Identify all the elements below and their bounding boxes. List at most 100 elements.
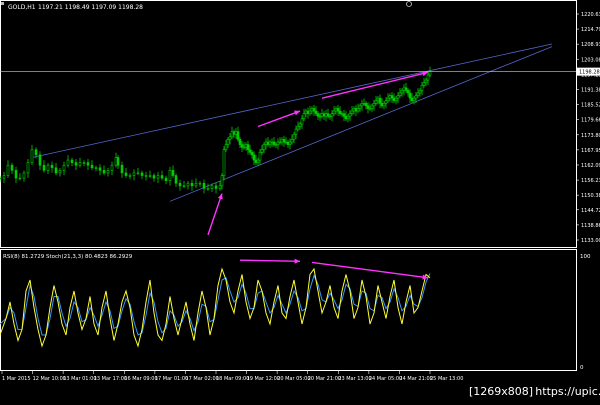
price-tick-label: 1203.08 <box>581 57 600 63</box>
candle-body <box>418 90 422 94</box>
candle-body <box>424 79 428 83</box>
chart-header: GOLD,H1 1197.21 1198.49 1197.09 1198.28 <box>1 1 412 11</box>
chart-canvas[interactable]: GOLD,H1 1197.21 1198.49 1197.09 1198.28 … <box>0 0 600 401</box>
candle-body <box>148 175 152 177</box>
annotation-arrow-head <box>217 193 223 200</box>
indicator-arrows <box>239 258 429 280</box>
candle-body <box>30 149 34 163</box>
candle-body <box>98 167 102 171</box>
trendlines <box>31 43 553 202</box>
candle-body <box>292 133 296 140</box>
candle-body <box>338 110 342 114</box>
candle-body <box>420 84 424 91</box>
candle-body <box>308 110 312 114</box>
menu-icon[interactable] <box>1 2 4 5</box>
candle-body <box>124 172 128 176</box>
candle-body <box>252 154 256 161</box>
candle-body <box>224 144 228 151</box>
candle-body <box>250 152 254 156</box>
candle-body <box>190 182 194 187</box>
candle-body <box>396 95 400 99</box>
time-tick-label: 19 Mar 12:00 <box>247 376 280 382</box>
price-tick-label: 1133.00 <box>581 238 600 244</box>
price-axis: 1220.631214.791208.931203.081197.231191.… <box>576 12 600 244</box>
candles <box>0 66 432 194</box>
candle-body <box>290 139 294 143</box>
price-tick-label: 1208.93 <box>581 42 600 48</box>
candle-body <box>94 167 98 169</box>
candle-body <box>244 144 248 148</box>
price-tick-label: 1214.79 <box>581 27 600 33</box>
candle-body <box>90 164 94 169</box>
price-tick-label: 1179.66 <box>581 118 600 124</box>
candle-body <box>218 185 222 189</box>
candle-body <box>6 164 10 176</box>
candle-body <box>258 152 262 161</box>
time-tick-label: 24 Mar 21:00 <box>399 376 432 382</box>
candle-body <box>422 82 426 86</box>
candle-body <box>316 113 320 117</box>
candle-body <box>416 92 420 96</box>
time-tick-label: 12 Mar 10:00 <box>33 376 66 382</box>
status-icon <box>406 1 412 7</box>
time-tick-label: 17 Mar 02:00 <box>185 376 218 382</box>
candle-body <box>222 149 226 176</box>
candle-body <box>298 123 302 127</box>
candle-body <box>226 139 230 145</box>
indicator-series <box>0 267 431 348</box>
candle-body <box>412 97 416 102</box>
indicator-arrow-head <box>294 258 300 264</box>
candle-body <box>326 113 330 117</box>
candle-body <box>210 185 214 189</box>
candle-body <box>332 110 336 114</box>
candle-body <box>26 162 30 174</box>
time-tick-label: 24 Mar 05:00 <box>369 376 402 382</box>
price-tick-label: 1156.23 <box>581 178 600 184</box>
price-tick-label: 1185.52 <box>581 103 600 109</box>
candle-body <box>240 144 244 148</box>
candle-body <box>54 167 58 174</box>
annotation-arrow <box>207 193 223 236</box>
candle-body <box>22 172 26 179</box>
candle-body <box>230 131 234 138</box>
candle-body <box>428 71 432 76</box>
candle-body <box>236 131 240 140</box>
candle-body <box>242 146 246 149</box>
candle-body <box>346 115 350 120</box>
price-tick-label: 1220.63 <box>581 12 600 18</box>
candle-body <box>288 141 292 145</box>
candle-body <box>46 164 50 171</box>
candle-body <box>171 170 175 176</box>
candle-body <box>406 90 410 94</box>
time-tick-label: 20 Mar 05:00 <box>277 376 310 382</box>
current-price-line: 1198.28 <box>0 67 600 76</box>
indicator-level-100: 100 <box>580 254 591 260</box>
indicator-arrow <box>239 259 301 262</box>
candle-body <box>120 164 124 174</box>
annotation-arrow <box>257 110 301 128</box>
candle-body <box>136 172 140 175</box>
candle-body <box>374 100 378 104</box>
candle-body <box>78 162 82 166</box>
chart-window[interactable]: GOLD,H1 1197.21 1198.49 1197.09 1198.28 … <box>0 0 600 401</box>
candle-body <box>2 175 6 179</box>
candle-body <box>58 170 62 174</box>
candle-body <box>370 105 374 109</box>
candle-body <box>296 126 300 130</box>
price-tick-label: 1150.38 <box>581 193 600 199</box>
time-tick-label: 25 Mar 13:00 <box>430 376 463 382</box>
candle-body <box>110 164 114 171</box>
candle-body <box>426 74 430 81</box>
candle-body <box>356 108 360 112</box>
indicator-label: RSI(8) 81.2729 Stoch(21,3,3) 80.4823 86.… <box>3 254 133 260</box>
candle-body <box>160 175 164 179</box>
candle-body <box>408 92 412 99</box>
candle-body <box>238 139 242 145</box>
candle-body <box>260 149 264 153</box>
candle-body <box>228 136 232 140</box>
candle-body <box>294 128 298 135</box>
time-tick-label: 1 Mar 2015 <box>2 376 31 382</box>
candle-body <box>74 162 78 166</box>
candle-body <box>42 164 46 171</box>
candle-body <box>178 182 182 187</box>
